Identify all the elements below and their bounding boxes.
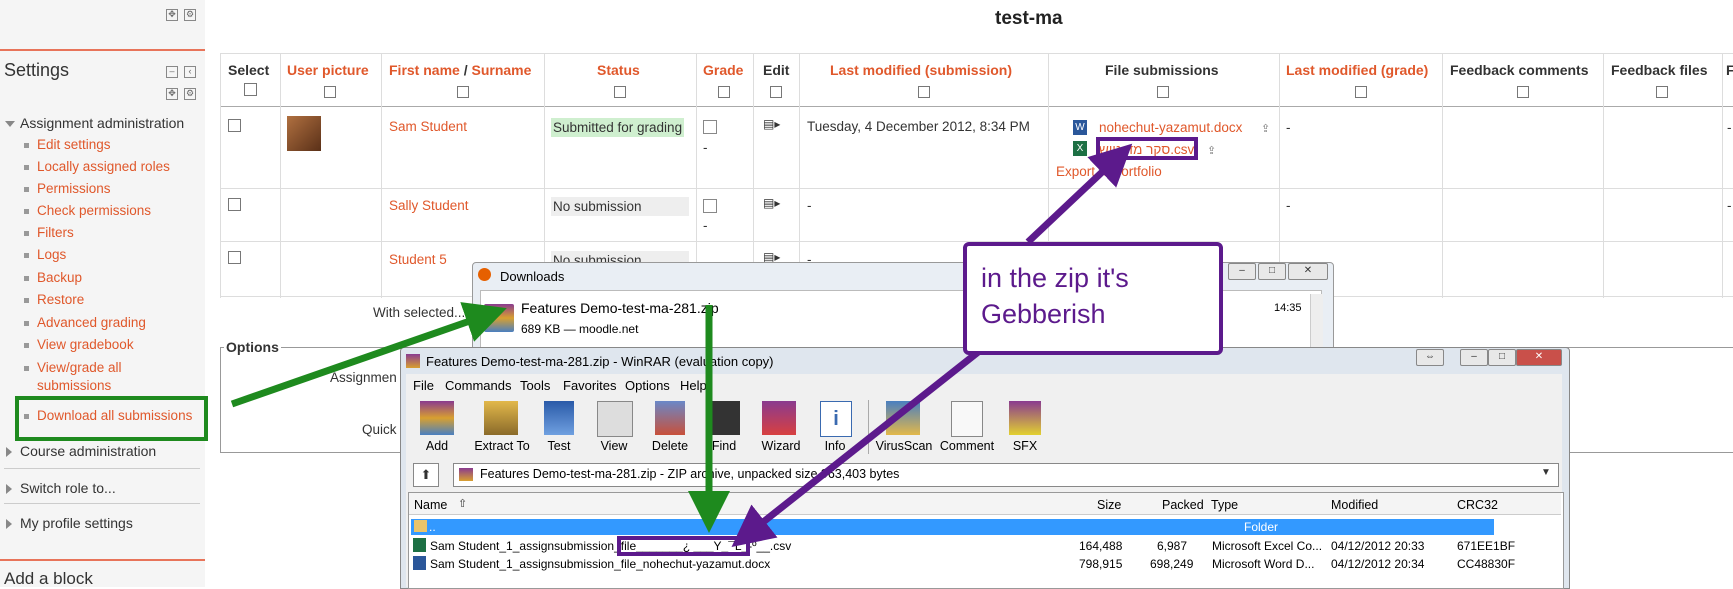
purple-arrow: [1025, 143, 1133, 245]
green-arrow: [230, 302, 507, 408]
purple-arrow: [731, 331, 1004, 548]
annotation-callout: in the zip it's Gebberish: [963, 242, 1223, 355]
annotation-arrows: [230, 143, 1133, 548]
